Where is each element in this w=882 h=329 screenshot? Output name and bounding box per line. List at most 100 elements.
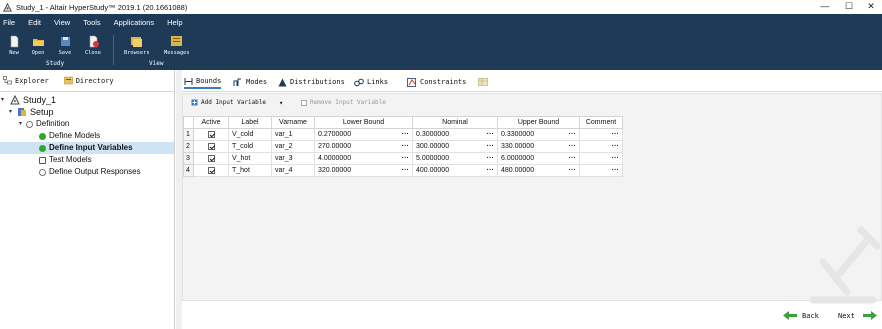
- varname-cell[interactable]: var_1: [271, 128, 315, 141]
- menu-help[interactable]: Help: [167, 18, 182, 27]
- close-button[interactable]: Close: [81, 35, 105, 56]
- browsers-button[interactable]: Browsers: [124, 35, 150, 56]
- save-button[interactable]: Save: [53, 35, 77, 56]
- more-options-button[interactable]: ...: [402, 141, 409, 148]
- tab-modes[interactable]: Modes: [233, 75, 267, 89]
- column-header-active[interactable]: Active: [193, 116, 229, 129]
- row-number[interactable]: 2: [183, 140, 194, 153]
- label-cell[interactable]: V_cold: [228, 128, 272, 141]
- menu-view[interactable]: View: [54, 18, 70, 27]
- menu-applications[interactable]: Applications: [114, 18, 154, 27]
- collapse-icon[interactable]: ▾: [9, 106, 16, 118]
- active-checkbox[interactable]: [207, 166, 215, 174]
- add-input-variable-button[interactable]: Add Input Variable: [191, 99, 266, 106]
- nominal-cell[interactable]: 300.00000...: [412, 140, 498, 153]
- lower-bound-cell[interactable]: 0.2700000...: [314, 128, 413, 141]
- pending-status-icon: [39, 168, 46, 176]
- menu-tools[interactable]: Tools: [83, 18, 101, 27]
- remove-input-variable-button[interactable]: Remove Input Variable: [301, 99, 386, 106]
- more-options-button[interactable]: ...: [612, 165, 619, 172]
- active-checkbox[interactable]: [207, 130, 215, 138]
- active-cell: [193, 164, 229, 177]
- close-window-button[interactable]: ✕: [858, 0, 882, 14]
- tab-bounds-label: Bounds: [196, 77, 222, 85]
- comment-cell[interactable]: ...: [579, 164, 623, 177]
- upper-bound-cell[interactable]: 6.0000000...: [497, 152, 580, 165]
- column-header-upper-bound[interactable]: Upper Bound: [497, 116, 580, 129]
- row-number[interactable]: 1: [183, 128, 194, 141]
- save-label: Save: [58, 50, 72, 56]
- more-options-button[interactable]: ...: [487, 129, 494, 136]
- tab-links[interactable]: Links: [354, 75, 388, 89]
- more-options-button[interactable]: ...: [569, 129, 576, 136]
- messages-button[interactable]: Messages: [164, 35, 190, 56]
- more-options-button[interactable]: ...: [402, 165, 409, 172]
- nominal-cell[interactable]: 5.0000000...: [412, 152, 498, 165]
- table-row: 1 V_cold var_1 0.2700000... 0.3000000...…: [183, 128, 623, 141]
- tab-bounds[interactable]: Bounds: [184, 75, 222, 89]
- more-options-button[interactable]: ...: [569, 153, 576, 160]
- remove-input-variable-label: Remove Input Variable: [310, 99, 386, 106]
- back-button[interactable]: Back: [783, 311, 819, 320]
- row-number[interactable]: 4: [183, 164, 194, 177]
- lower-bound-cell[interactable]: 270.00000...: [314, 140, 413, 153]
- more-options-button[interactable]: ...: [612, 141, 619, 148]
- upper-bound-cell[interactable]: 330.00000...: [497, 140, 580, 153]
- comment-cell[interactable]: ...: [579, 128, 623, 141]
- tab-constraints[interactable]: Constraints: [407, 75, 466, 89]
- more-options-button[interactable]: ...: [487, 165, 494, 172]
- nominal-cell[interactable]: 400.00000...: [412, 164, 498, 177]
- upper-bound-cell[interactable]: 480.00000...: [497, 164, 580, 177]
- column-header-label[interactable]: Label: [228, 116, 272, 129]
- tree-item-setup[interactable]: ▾ Setup: [9, 106, 54, 118]
- comment-cell[interactable]: ...: [579, 140, 623, 153]
- tree-item-study[interactable]: ▾ Study_1: [1, 94, 56, 106]
- more-options-button[interactable]: ...: [402, 129, 409, 136]
- collapse-icon[interactable]: ▾: [19, 118, 26, 130]
- row-number[interactable]: 3: [183, 152, 194, 165]
- varname-cell[interactable]: var_2: [271, 140, 315, 153]
- more-options-button[interactable]: ...: [569, 141, 576, 148]
- next-button[interactable]: Next: [838, 311, 877, 320]
- tab-extra[interactable]: [478, 75, 488, 89]
- tree-item-define-models[interactable]: Define Models: [39, 130, 100, 142]
- label-cell[interactable]: T_cold: [228, 140, 272, 153]
- menu-edit[interactable]: Edit: [28, 18, 41, 27]
- tree-item-define-output-responses[interactable]: Define Output Responses: [39, 166, 141, 178]
- menu-file[interactable]: File: [3, 18, 15, 27]
- tree-item-define-input-variables[interactable]: Define Input Variables: [0, 142, 174, 154]
- more-options-button[interactable]: ...: [612, 129, 619, 136]
- new-file-icon: [10, 35, 18, 48]
- study-icon: [10, 95, 20, 105]
- tree-item-test-models[interactable]: Test Models: [39, 154, 92, 166]
- column-header-lower-bound[interactable]: Lower Bound: [314, 116, 413, 129]
- active-checkbox[interactable]: [207, 154, 215, 162]
- tab-distributions[interactable]: Distributions: [278, 75, 345, 89]
- lower-bound-cell[interactable]: 320.00000...: [314, 164, 413, 177]
- more-options-button[interactable]: ...: [612, 153, 619, 160]
- column-header-varname[interactable]: Varname: [271, 116, 315, 129]
- more-options-button[interactable]: ...: [402, 153, 409, 160]
- collapse-icon[interactable]: ▾: [1, 94, 8, 106]
- open-button[interactable]: Open: [26, 35, 50, 56]
- chevron-down-icon[interactable]: ▾: [279, 99, 283, 107]
- tab-explorer[interactable]: Explorer: [3, 76, 49, 85]
- minimize-button[interactable]: —: [812, 0, 838, 14]
- lower-bound-cell[interactable]: 4.0000000...: [314, 152, 413, 165]
- column-header-nominal[interactable]: Nominal: [412, 116, 498, 129]
- more-options-button[interactable]: ...: [569, 165, 576, 172]
- label-cell[interactable]: T_hot: [228, 164, 272, 177]
- label-cell[interactable]: V_hot: [228, 152, 272, 165]
- nominal-cell[interactable]: 0.3000000...: [412, 128, 498, 141]
- new-button[interactable]: New: [2, 35, 26, 56]
- more-options-button[interactable]: ...: [487, 153, 494, 160]
- upper-bound-cell[interactable]: 0.3300000...: [497, 128, 580, 141]
- tab-directory[interactable]: Directory: [63, 76, 114, 85]
- active-checkbox[interactable]: [207, 142, 215, 150]
- varname-cell[interactable]: var_3: [271, 152, 315, 165]
- comment-cell[interactable]: ...: [579, 152, 623, 165]
- varname-cell[interactable]: var_4: [271, 164, 315, 177]
- column-header-comment[interactable]: Comment: [579, 116, 623, 129]
- tree-item-definition[interactable]: ▾ Definition: [19, 118, 69, 130]
- more-options-button[interactable]: ...: [487, 141, 494, 148]
